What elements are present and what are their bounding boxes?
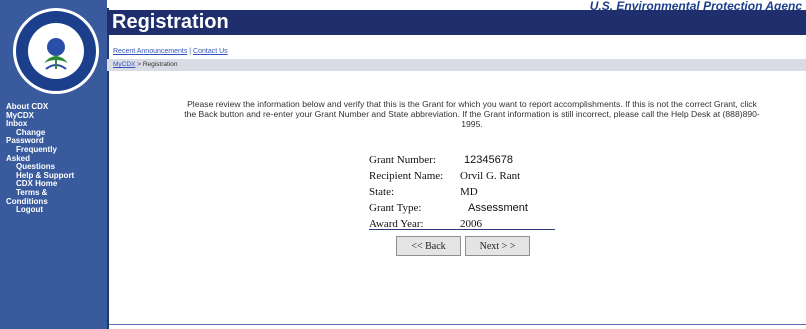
next-button[interactable]: Next > > [465, 236, 530, 256]
grant-type-label: Grant Type: [369, 202, 422, 214]
grant-divider [369, 229, 555, 230]
grant-number-value: 12345678 [464, 154, 513, 166]
grant-number-label: Grant Number: [369, 154, 436, 166]
page-title: Registration [112, 11, 229, 33]
recent-announcements-link[interactable]: Recent Announcements [113, 48, 187, 55]
breadcrumb-separator: > [135, 61, 143, 68]
content-bottom-border [109, 324, 806, 325]
instructions-line: 1995. [461, 119, 483, 129]
breadcrumb-current: Registration [142, 61, 178, 68]
contact-us-link[interactable]: Contact Us [193, 48, 228, 55]
breadcrumb-bar: MyCDX > Registration [107, 59, 806, 71]
title-bar: Registration [107, 10, 806, 35]
epa-flower-icon [44, 38, 68, 70]
agency-bar: U.S. Environmental Protection Agenc [107, 0, 806, 13]
grant-row: Recipient Name: Orvil G. Rant [369, 168, 528, 184]
recipient-name-value: Orvil G. Rant [460, 170, 521, 182]
instructions-line: Please review the information below and … [187, 99, 757, 109]
recipient-name-label: Recipient Name: [369, 170, 444, 182]
breadcrumb-mycdx-link[interactable]: MyCDX [113, 61, 135, 68]
sub-navigation: Recent Announcements | Contact Us [113, 48, 228, 55]
grant-row: Grant Number: 12345678 [369, 152, 528, 168]
page: About CDX MyCDX Inbox Change Password Frequen… [0, 0, 806, 329]
epa-seal-logo [13, 8, 99, 94]
back-button[interactable]: << Back [396, 236, 461, 256]
instructions-line: the Back button and re-enter your Grant … [184, 109, 760, 119]
grant-row: State: MD [369, 184, 528, 200]
grant-table: Grant Number: 12345678 Recipient Name: O… [369, 152, 528, 232]
instructions-text: Please review the information below and … [112, 99, 806, 129]
state-label: State: [369, 186, 395, 198]
grant-details: Grant Number: 12345678 Recipient Name: O… [369, 152, 528, 232]
grant-type-value: Assessment [468, 202, 528, 214]
grant-row: Grant Type: Assessment [369, 200, 528, 216]
breadcrumb: MyCDX > Registration [113, 61, 178, 68]
sidebar-nav: About CDX MyCDX Inbox Change Password Frequen… [6, 102, 104, 215]
state-value: MD [460, 186, 478, 198]
sidebar-item-logout[interactable]: Logout [6, 206, 104, 215]
sidebar: About CDX MyCDX Inbox Change Password Frequen… [0, 0, 109, 329]
